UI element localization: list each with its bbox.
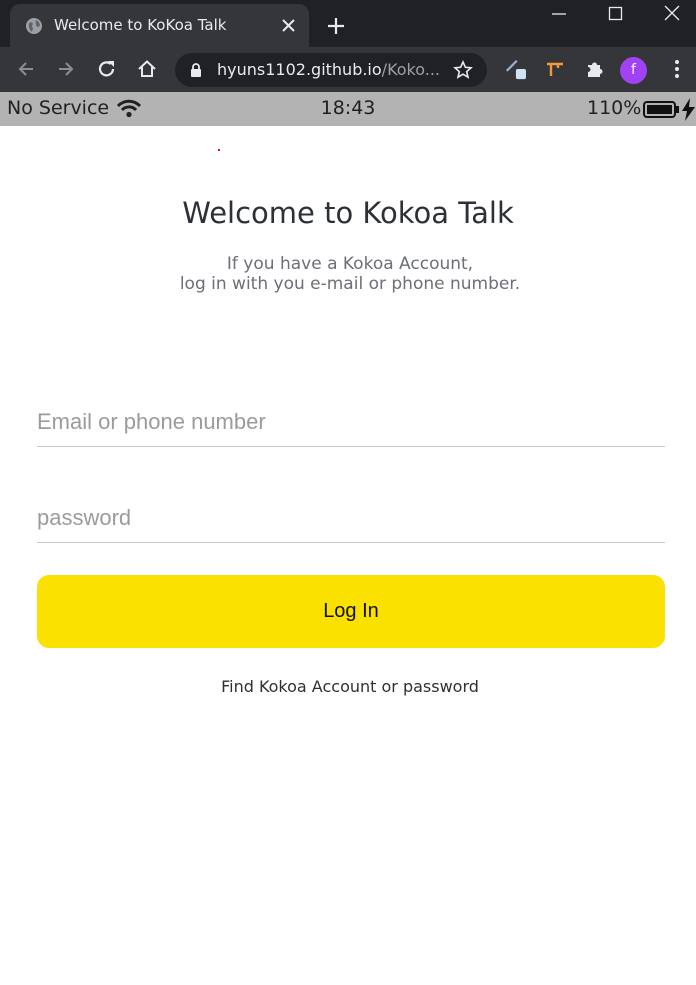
tab-title: Welcome to KoKoa Talk xyxy=(54,16,227,34)
welcome-text: If you have a Kokoa Account, log in with… xyxy=(0,254,696,294)
address-bar[interactable]: hyuns1102.github.io/Koko... xyxy=(175,53,487,87)
url-path: /Koko... xyxy=(381,60,441,79)
url-host: hyuns1102.github.io xyxy=(217,60,382,79)
globe-icon xyxy=(26,18,42,34)
pen-extension-icon[interactable] xyxy=(504,58,526,80)
new-tab-icon[interactable] xyxy=(326,16,346,36)
browser-tab[interactable]: Welcome to KoKoa Talk xyxy=(10,4,309,47)
ruler-extension-icon[interactable] xyxy=(544,58,566,80)
intro-line-1: If you have a Kokoa Account, xyxy=(226,254,474,274)
minimize-icon[interactable] xyxy=(549,4,569,24)
close-window-icon[interactable] xyxy=(662,3,682,23)
battery-icon xyxy=(643,101,679,118)
charging-bolt-icon xyxy=(682,98,695,121)
browser-tab-strip: Welcome to KoKoa Talk xyxy=(0,0,696,47)
forward-icon[interactable] xyxy=(55,58,77,80)
bookmark-star-icon[interactable] xyxy=(453,60,473,80)
url-text: hyuns1102.github.io/Koko... xyxy=(217,60,440,79)
login-button[interactable]: Log In xyxy=(37,575,665,648)
reload-icon[interactable] xyxy=(96,58,118,80)
stray-dot xyxy=(218,149,220,151)
lock-icon xyxy=(191,63,201,77)
back-icon[interactable] xyxy=(15,58,37,80)
extensions-puzzle-icon[interactable] xyxy=(584,58,606,80)
more-menu-icon[interactable] xyxy=(666,58,688,80)
maximize-icon[interactable] xyxy=(606,4,626,24)
password-field[interactable] xyxy=(37,493,665,543)
intro-line-2: log in with you e-mail or phone number. xyxy=(179,274,521,294)
profile-avatar[interactable]: f xyxy=(620,57,647,84)
email-field[interactable] xyxy=(37,397,665,447)
phone-status-bar: No Service 18:43 110% xyxy=(0,92,696,126)
close-tab-icon[interactable] xyxy=(280,17,297,34)
browser-toolbar: hyuns1102.github.io/Koko... f xyxy=(0,47,696,92)
home-icon[interactable] xyxy=(136,58,158,80)
page-title: Welcome to Kokoa Talk xyxy=(182,196,514,230)
battery-percentage: 110% xyxy=(587,97,642,119)
find-account-link[interactable]: Find Kokoa Account or password xyxy=(0,677,696,696)
